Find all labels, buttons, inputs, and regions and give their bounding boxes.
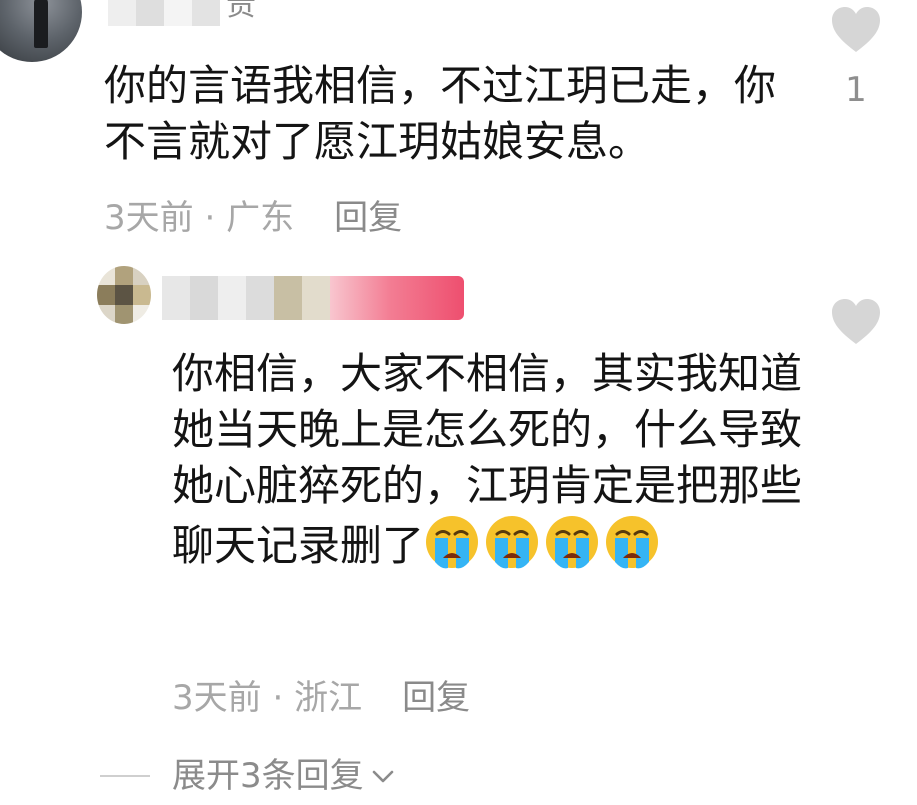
meta-separator: · xyxy=(193,198,227,238)
like-count: 1 xyxy=(845,70,867,110)
like-button[interactable]: 1 xyxy=(826,6,886,110)
username-mosaic xyxy=(108,0,220,28)
expand-replies-label[interactable]: 展开3条回复 xyxy=(172,754,364,798)
loudly-crying-face-emoji xyxy=(546,516,599,569)
expand-divider xyxy=(100,775,150,777)
chevron-down-icon[interactable] xyxy=(370,766,396,786)
expand-replies-button[interactable]: 展开3条回复 xyxy=(100,754,396,798)
loudly-crying-face-emoji xyxy=(606,516,659,569)
badge-mosaic xyxy=(330,276,464,320)
loudly-crying-face-emoji xyxy=(426,516,479,569)
heart-icon[interactable] xyxy=(830,298,882,346)
comment-time: 3天前 xyxy=(172,678,262,718)
reply-button[interactable]: 回复 xyxy=(334,198,402,238)
avatar[interactable] xyxy=(0,0,82,62)
comment-meta: 3天前 · 广东 回复 xyxy=(104,196,402,240)
reply-button[interactable]: 回复 xyxy=(402,678,470,718)
loudly-crying-face-emoji xyxy=(486,516,539,569)
comment-time: 3天前 xyxy=(104,198,194,238)
comment-location: 广东 xyxy=(226,198,295,238)
reply-text-block: 你相信，大家不相信，其实我知道她当天晚上是怎么死的，什么导致她心脏猝死的，江玥肯… xyxy=(172,346,812,574)
heart-icon[interactable] xyxy=(830,6,882,54)
meta-separator: · xyxy=(261,678,295,718)
username-mosaic[interactable] xyxy=(162,276,464,320)
username-visible-char[interactable]: 贵 xyxy=(226,0,256,26)
comment-location: 浙江 xyxy=(294,678,363,718)
comment-meta: 3天前 · 浙江 回复 xyxy=(172,676,470,720)
avatar[interactable] xyxy=(97,266,151,324)
comment-text: 你的言语我相信，不过江玥已走，你不言就对了愿江玥姑娘安息。 xyxy=(104,61,777,166)
avatar-person-figure xyxy=(34,0,48,48)
like-button[interactable] xyxy=(826,298,886,346)
